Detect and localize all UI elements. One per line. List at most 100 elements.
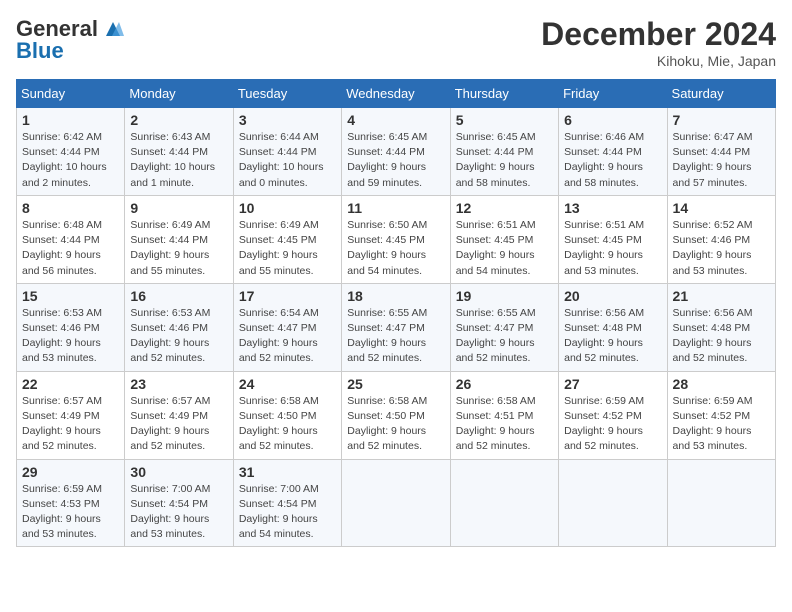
day-number: 1 (22, 112, 119, 128)
weekday-header-sunday: Sunday (17, 80, 125, 108)
day-number: 6 (564, 112, 661, 128)
day-detail: Sunrise: 6:56 AMSunset: 4:48 PMDaylight:… (673, 306, 770, 367)
day-number: 19 (456, 288, 553, 304)
day-number: 15 (22, 288, 119, 304)
day-detail: Sunrise: 7:00 AMSunset: 4:54 PMDaylight:… (239, 482, 336, 543)
weekday-header-tuesday: Tuesday (233, 80, 341, 108)
day-detail: Sunrise: 6:58 AMSunset: 4:50 PMDaylight:… (347, 394, 444, 455)
weekday-header-row: SundayMondayTuesdayWednesdayThursdayFrid… (17, 80, 776, 108)
day-detail: Sunrise: 6:57 AMSunset: 4:49 PMDaylight:… (130, 394, 227, 455)
calendar-cell: 8Sunrise: 6:48 AMSunset: 4:44 PMDaylight… (17, 195, 125, 283)
day-detail: Sunrise: 6:49 AMSunset: 4:45 PMDaylight:… (239, 218, 336, 279)
calendar-cell: 31Sunrise: 7:00 AMSunset: 4:54 PMDayligh… (233, 459, 341, 547)
day-number: 16 (130, 288, 227, 304)
day-number: 4 (347, 112, 444, 128)
calendar-cell: 16 Sunrise: 6:53 AMSunset: 4:46 PMDayligh… (125, 283, 233, 371)
calendar-cell: 14 Sunrise: 6:52 AMSunset: 4:46 PMDayligh… (667, 195, 775, 283)
day-number: 10 (239, 200, 336, 216)
calendar-cell: 19 Sunrise: 6:55 AMSunset: 4:47 PMDayligh… (450, 283, 558, 371)
month-title: December 2024 (541, 16, 776, 53)
calendar-week-row: 22 Sunrise: 6:57 AMSunset: 4:49 PMDayligh… (17, 371, 776, 459)
calendar-cell (667, 459, 775, 547)
day-number: 22 (22, 376, 119, 392)
day-number: 30 (130, 464, 227, 480)
day-detail: Sunrise: 6:49 AMSunset: 4:44 PMDaylight:… (130, 218, 227, 279)
day-number: 11 (347, 200, 444, 216)
day-number: 27 (564, 376, 661, 392)
weekday-header-monday: Monday (125, 80, 233, 108)
day-detail: Sunrise: 6:53 AMSunset: 4:46 PMDaylight:… (22, 306, 119, 367)
calendar-cell: 9 Sunrise: 6:49 AMSunset: 4:44 PMDaylight… (125, 195, 233, 283)
day-detail: Sunrise: 6:56 AMSunset: 4:48 PMDaylight:… (564, 306, 661, 367)
calendar-week-row: 15 Sunrise: 6:53 AMSunset: 4:46 PMDayligh… (17, 283, 776, 371)
calendar-cell: 27 Sunrise: 6:59 AMSunset: 4:52 PMDayligh… (559, 371, 667, 459)
calendar-cell (559, 459, 667, 547)
day-number: 9 (130, 200, 227, 216)
day-detail: Sunrise: 6:51 AMSunset: 4:45 PMDaylight:… (564, 218, 661, 279)
logo-icon (102, 18, 124, 40)
calendar-cell: 1 Sunrise: 6:42 AMSunset: 4:44 PMDaylight… (17, 108, 125, 196)
day-detail: Sunrise: 6:44 AMSunset: 4:44 PMDaylight:… (239, 130, 336, 191)
weekday-header-friday: Friday (559, 80, 667, 108)
calendar-cell: 22 Sunrise: 6:57 AMSunset: 4:49 PMDayligh… (17, 371, 125, 459)
weekday-header-saturday: Saturday (667, 80, 775, 108)
calendar-week-row: 29 Sunrise: 6:59 AMSunset: 4:53 PMDayligh… (17, 459, 776, 547)
calendar-cell: 6Sunrise: 6:46 AMSunset: 4:44 PMDaylight… (559, 108, 667, 196)
day-detail: Sunrise: 6:59 AMSunset: 4:53 PMDaylight:… (22, 482, 119, 543)
day-detail: Sunrise: 6:58 AMSunset: 4:50 PMDaylight:… (239, 394, 336, 455)
day-number: 12 (456, 200, 553, 216)
day-detail: Sunrise: 6:48 AMSunset: 4:44 PMDaylight:… (22, 218, 119, 279)
day-number: 17 (239, 288, 336, 304)
weekday-header-thursday: Thursday (450, 80, 558, 108)
title-block: December 2024 Kihoku, Mie, Japan (541, 16, 776, 69)
day-number: 25 (347, 376, 444, 392)
day-detail: Sunrise: 6:47 AMSunset: 4:44 PMDaylight:… (673, 130, 770, 191)
day-detail: Sunrise: 6:45 AMSunset: 4:44 PMDaylight:… (456, 130, 553, 191)
day-detail: Sunrise: 6:58 AMSunset: 4:51 PMDaylight:… (456, 394, 553, 455)
calendar-cell: 12Sunrise: 6:51 AMSunset: 4:45 PMDayligh… (450, 195, 558, 283)
location: Kihoku, Mie, Japan (541, 53, 776, 69)
day-number: 20 (564, 288, 661, 304)
calendar-cell: 20 Sunrise: 6:56 AMSunset: 4:48 PMDayligh… (559, 283, 667, 371)
calendar-week-row: 8Sunrise: 6:48 AMSunset: 4:44 PMDaylight… (17, 195, 776, 283)
day-detail: Sunrise: 6:59 AMSunset: 4:52 PMDaylight:… (564, 394, 661, 455)
day-number: 14 (673, 200, 770, 216)
calendar-cell: 29 Sunrise: 6:59 AMSunset: 4:53 PMDayligh… (17, 459, 125, 547)
day-number: 18 (347, 288, 444, 304)
calendar-table: SundayMondayTuesdayWednesdayThursdayFrid… (16, 79, 776, 547)
day-detail: Sunrise: 6:55 AMSunset: 4:47 PMDaylight:… (456, 306, 553, 367)
calendar-cell: 10 Sunrise: 6:49 AMSunset: 4:45 PMDayligh… (233, 195, 341, 283)
day-detail: Sunrise: 7:00 AMSunset: 4:54 PMDaylight:… (130, 482, 227, 543)
calendar-cell: 30 Sunrise: 7:00 AMSunset: 4:54 PMDayligh… (125, 459, 233, 547)
day-number: 29 (22, 464, 119, 480)
calendar-cell (342, 459, 450, 547)
calendar-cell: 4 Sunrise: 6:45 AMSunset: 4:44 PMDaylight… (342, 108, 450, 196)
calendar-cell: 24 Sunrise: 6:58 AMSunset: 4:50 PMDayligh… (233, 371, 341, 459)
calendar-cell: 7Sunrise: 6:47 AMSunset: 4:44 PMDaylight… (667, 108, 775, 196)
calendar-cell: 28Sunrise: 6:59 AMSunset: 4:52 PMDayligh… (667, 371, 775, 459)
day-detail: Sunrise: 6:45 AMSunset: 4:44 PMDaylight:… (347, 130, 444, 191)
day-number: 26 (456, 376, 553, 392)
day-detail: Sunrise: 6:42 AMSunset: 4:44 PMDaylight:… (22, 130, 119, 191)
calendar-cell: 5 Sunrise: 6:45 AMSunset: 4:44 PMDaylight… (450, 108, 558, 196)
day-detail: Sunrise: 6:57 AMSunset: 4:49 PMDaylight:… (22, 394, 119, 455)
day-detail: Sunrise: 6:50 AMSunset: 4:45 PMDaylight:… (347, 218, 444, 279)
day-number: 3 (239, 112, 336, 128)
calendar-cell: 3 Sunrise: 6:44 AMSunset: 4:44 PMDaylight… (233, 108, 341, 196)
day-number: 5 (456, 112, 553, 128)
calendar-week-row: 1 Sunrise: 6:42 AMSunset: 4:44 PMDaylight… (17, 108, 776, 196)
day-detail: Sunrise: 6:52 AMSunset: 4:46 PMDaylight:… (673, 218, 770, 279)
day-detail: Sunrise: 6:53 AMSunset: 4:46 PMDaylight:… (130, 306, 227, 367)
calendar-cell: 15 Sunrise: 6:53 AMSunset: 4:46 PMDayligh… (17, 283, 125, 371)
calendar-cell (450, 459, 558, 547)
day-detail: Sunrise: 6:43 AMSunset: 4:44 PMDaylight:… (130, 130, 227, 191)
page-header: General Blue December 2024 Kihoku, Mie, … (16, 16, 776, 69)
calendar-cell: 11 Sunrise: 6:50 AMSunset: 4:45 PMDayligh… (342, 195, 450, 283)
day-number: 24 (239, 376, 336, 392)
day-number: 28 (673, 376, 770, 392)
day-detail: Sunrise: 6:54 AMSunset: 4:47 PMDaylight:… (239, 306, 336, 367)
day-number: 23 (130, 376, 227, 392)
calendar-cell: 2 Sunrise: 6:43 AMSunset: 4:44 PMDaylight… (125, 108, 233, 196)
day-number: 2 (130, 112, 227, 128)
calendar-cell: 18Sunrise: 6:55 AMSunset: 4:47 PMDayligh… (342, 283, 450, 371)
